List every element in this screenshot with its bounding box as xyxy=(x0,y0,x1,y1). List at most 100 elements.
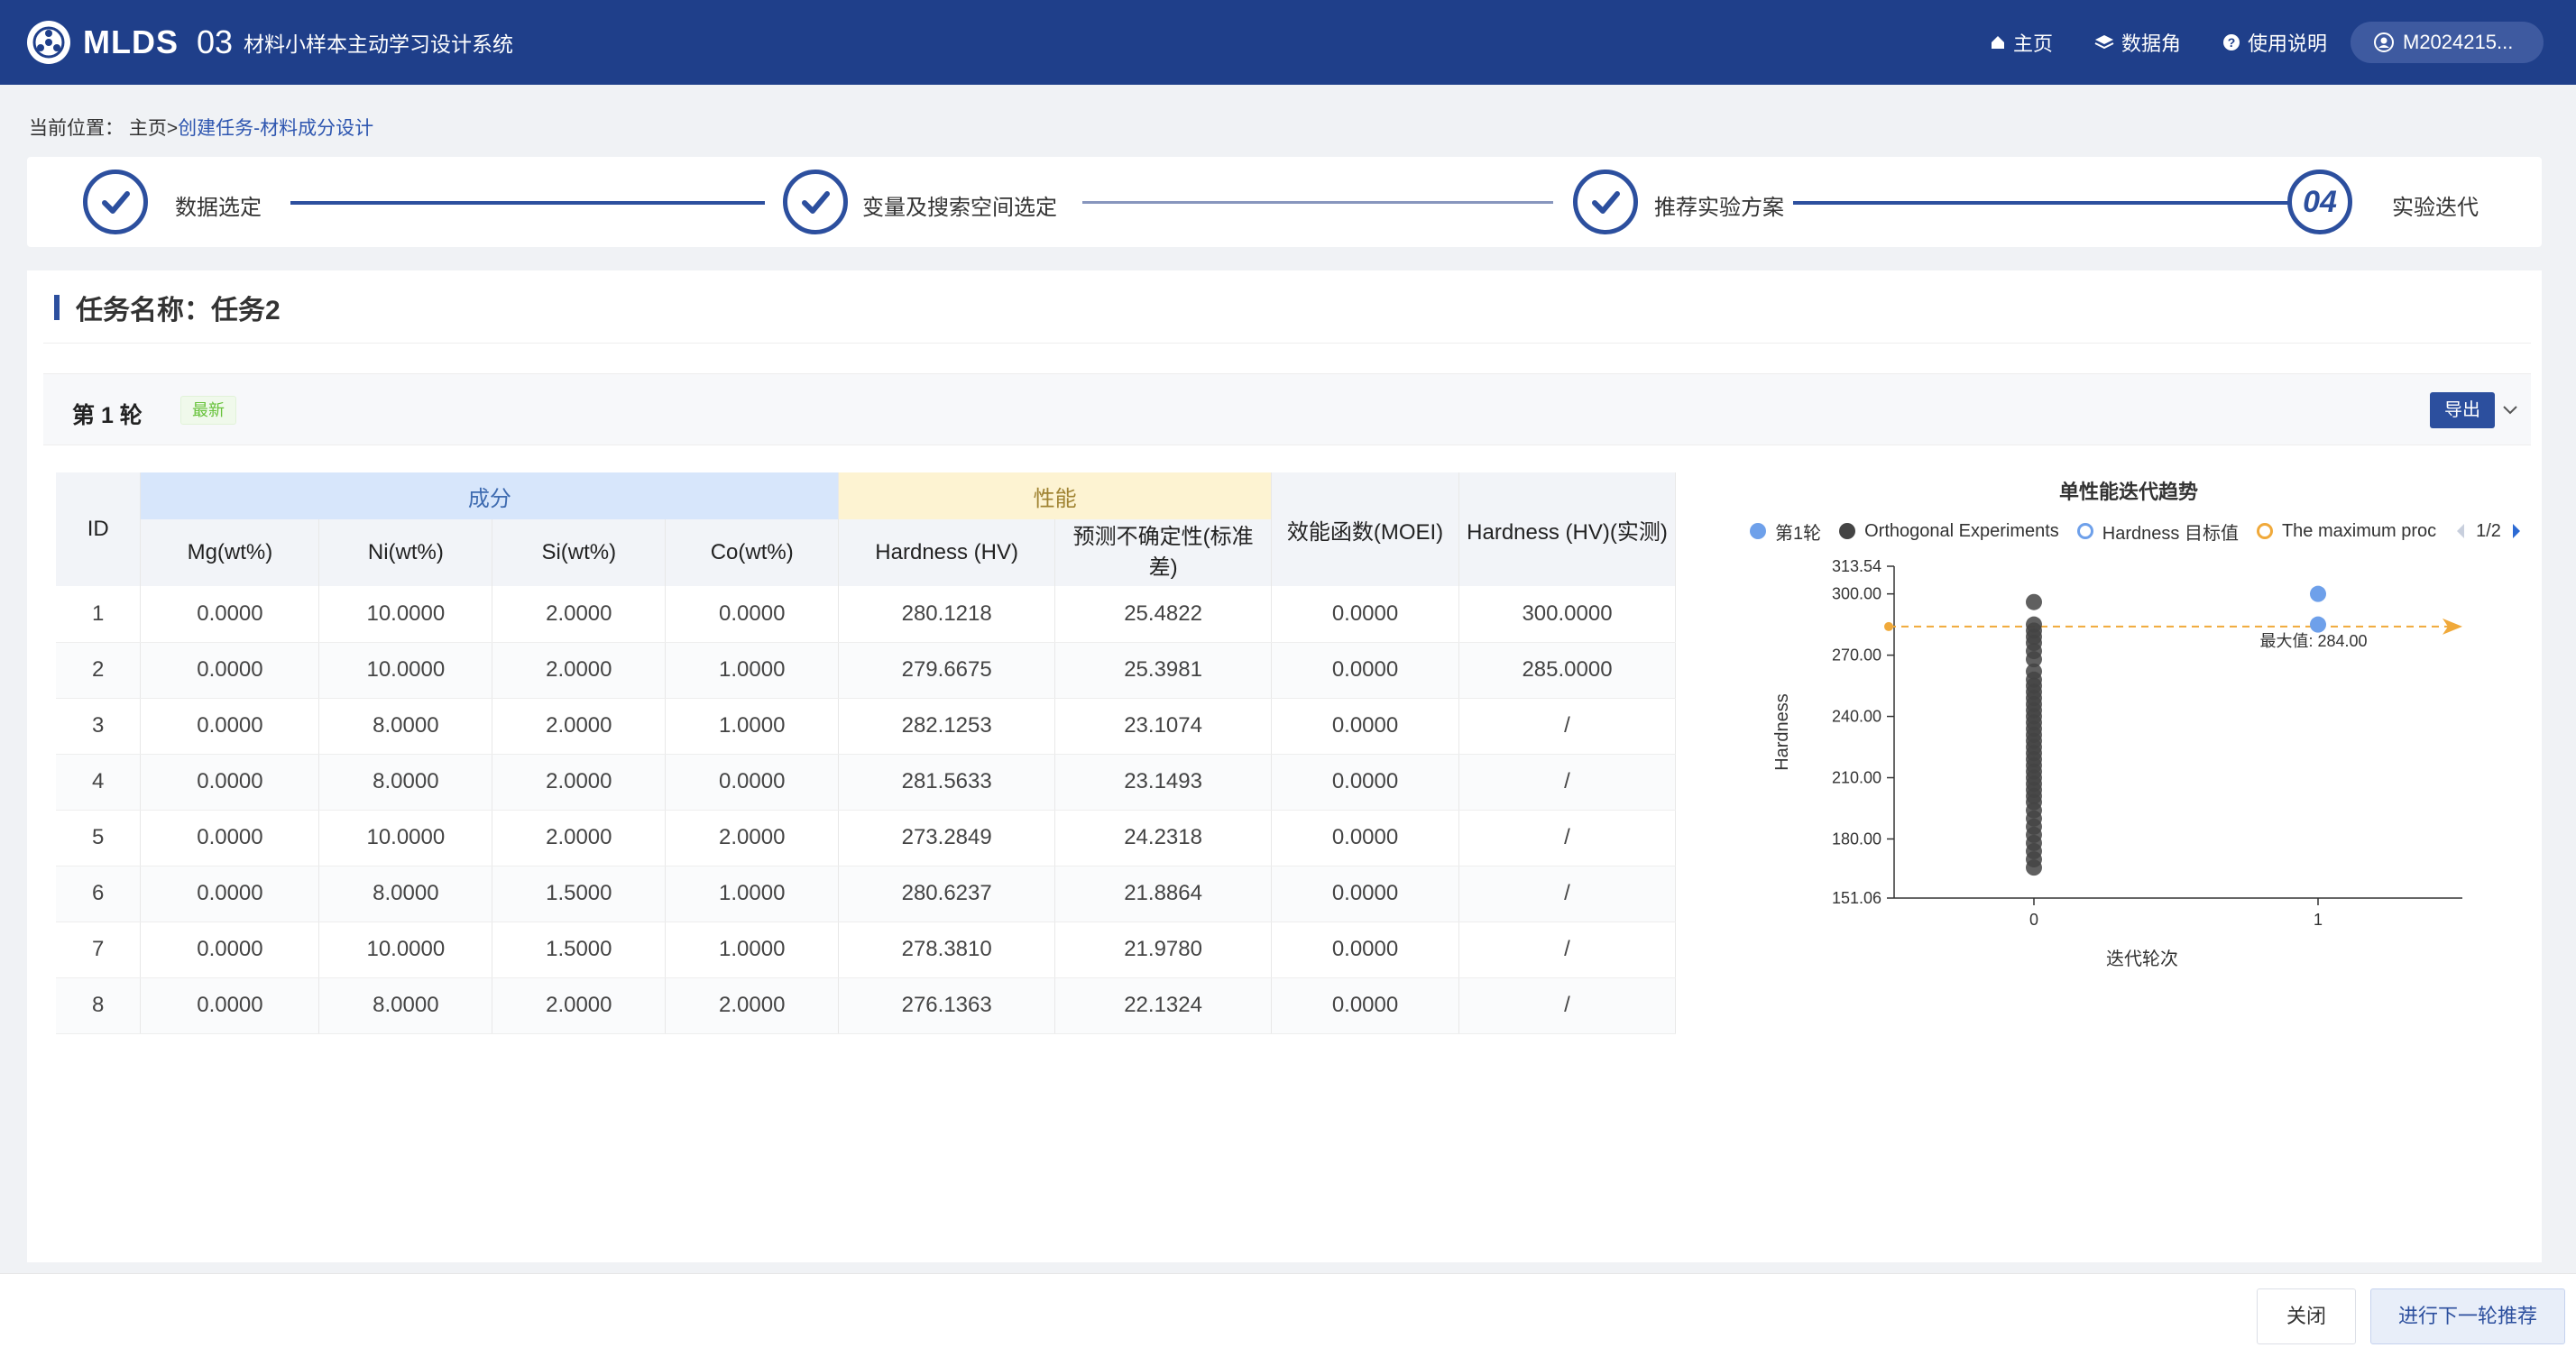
table-cell: 2.0000 xyxy=(492,977,667,1034)
nav-help-label: 使用说明 xyxy=(2247,32,2327,55)
table-cell: 0.0000 xyxy=(1271,642,1459,699)
table-cell: 2.0000 xyxy=(492,810,667,866)
table-cell: 2.0000 xyxy=(492,586,667,643)
nav-home[interactable]: 主页 xyxy=(1990,28,2053,57)
breadcrumb-home[interactable]: 主页 xyxy=(129,118,167,139)
table-cell: 25.4822 xyxy=(1054,586,1273,643)
table-cell: 10.0000 xyxy=(318,921,493,978)
logo[interactable]: MLDS 03 材料小样本主动学习设计系统 xyxy=(27,21,513,64)
table-cell: 8.0000 xyxy=(318,754,493,811)
table-row[interactable]: 6 0.0000 8.0000 1.5000 1.0000 280.6237 21.8864… xyxy=(56,866,1677,922)
y-tick-label: 210.00 xyxy=(1832,769,1881,787)
round-header[interactable]: 第 1 轮 最新 导出 xyxy=(43,373,2531,445)
legend-round1-swatch xyxy=(1750,523,1766,539)
table-row[interactable]: 3 0.0000 8.0000 2.0000 1.0000 282.1253 23.1074… xyxy=(56,698,1677,755)
table-row[interactable]: 4 0.0000 8.0000 2.0000 0.0000 281.5633 23.1493… xyxy=(56,754,1677,811)
step-4-label: 实验迭代 xyxy=(2392,196,2479,220)
step-progress: 数据选定 变量及搜索空间选定 推荐实验方案 04 实验迭代 xyxy=(27,157,2542,247)
y-axis-label: Hardness xyxy=(1772,693,1792,771)
group-performance: 性能 xyxy=(838,472,1273,519)
table-cell: / xyxy=(1458,754,1677,811)
svg-text:?: ? xyxy=(2228,35,2236,50)
data-point xyxy=(2026,859,2042,876)
help-icon: ? xyxy=(2222,34,2240,50)
top-header: MLDS 03 材料小样本主动学习设计系统 主页 数据角 ? 使用说明 M202… xyxy=(0,0,2576,85)
breadcrumb-prefix: 当前位置： xyxy=(29,118,124,139)
legend-round1[interactable]: 第1轮 xyxy=(1750,518,1821,545)
table-cell: 2.0000 xyxy=(492,698,667,755)
table-cell: 0.0000 xyxy=(1271,921,1459,978)
legend-hardness-target[interactable]: Hardness 目标值 xyxy=(2076,518,2239,545)
table-row[interactable]: 1 0.0000 10.0000 2.0000 0.0000 280.1218 25.482… xyxy=(56,586,1677,643)
nav-data-corner[interactable]: 数据角 xyxy=(2094,28,2181,57)
table-cell: 273.2849 xyxy=(838,810,1056,866)
y-tick-label: 270.00 xyxy=(1832,646,1881,665)
main-panel: 任务名称：任务2 第 1 轮 最新 导出 ID 成分 性能 效能函数(MOEI)… xyxy=(27,270,2542,1262)
table-row[interactable]: 2 0.0000 10.0000 2.0000 1.0000 279.6675 25.398… xyxy=(56,642,1677,699)
legend-orthogonal[interactable]: Orthogonal Experiments xyxy=(1839,521,2059,542)
breadcrumb-separator: > xyxy=(166,118,179,139)
top-nav: 主页 数据角 ? 使用说明 M2024215... xyxy=(1948,0,2544,85)
table-row[interactable]: 8 0.0000 8.0000 2.0000 2.0000 276.1363 22.1324… xyxy=(56,977,1677,1034)
table-cell: 0.0000 xyxy=(140,866,320,922)
x-axis-label: 迭代轮次 xyxy=(2106,949,2178,969)
title-accent-bar xyxy=(54,295,60,320)
table-cell: 276.1363 xyxy=(838,977,1056,1034)
table-cell: 1.0000 xyxy=(665,866,840,922)
table-cell: 2.0000 xyxy=(665,810,840,866)
table-cell: 285.0000 xyxy=(1458,642,1677,699)
table-cell: 10.0000 xyxy=(318,586,493,643)
user-icon xyxy=(2374,32,2394,52)
table-cell: 2.0000 xyxy=(492,642,667,699)
col-mg: Mg(wt%) xyxy=(140,519,320,586)
next-round-button[interactable]: 进行下一轮推荐 xyxy=(2370,1288,2565,1344)
legend-hardness-swatch xyxy=(2076,523,2093,539)
table-cell: 0.0000 xyxy=(140,810,320,866)
col-si: Si(wt%) xyxy=(492,519,667,586)
legend-prev-page[interactable] xyxy=(2454,522,2467,540)
chevron-down-icon[interactable] xyxy=(2500,399,2520,419)
legend-next-page[interactable] xyxy=(2510,522,2523,540)
table-row[interactable]: 7 0.0000 10.0000 1.5000 1.0000 278.3810 21.978… xyxy=(56,921,1677,978)
table-cell: 0.0000 xyxy=(1271,754,1459,811)
table-cell: / xyxy=(1458,698,1677,755)
footer-bar: 关闭 进行下一轮推荐 xyxy=(0,1273,2576,1357)
table-cell: 21.8864 xyxy=(1054,866,1273,922)
x-tick-label: 0 xyxy=(2029,911,2038,929)
table-cell: 23.1074 xyxy=(1054,698,1273,755)
nav-help[interactable]: ? 使用说明 xyxy=(2222,28,2327,57)
task-title: 任务名称：任务2 xyxy=(54,289,281,326)
y-tick-label: 240.00 xyxy=(1832,708,1881,726)
table-cell: / xyxy=(1458,977,1677,1034)
table-cell: 1.0000 xyxy=(665,921,840,978)
table-cell: 6 xyxy=(56,866,142,922)
export-button[interactable]: 导出 xyxy=(2430,392,2495,428)
step-connector-2 xyxy=(1082,201,1553,204)
table-cell: 22.1324 xyxy=(1054,977,1273,1034)
legend-maximum[interactable]: The maximum proc xyxy=(2256,521,2436,542)
step-2-label: 变量及搜索空间选定 xyxy=(862,196,1057,220)
table-cell: 0.0000 xyxy=(140,977,320,1034)
chart-legend: 第1轮 Orthogonal Experiments Hardness 目标值 … xyxy=(1750,518,2525,545)
table-cell: 1 xyxy=(56,586,142,643)
table-cell: 281.5633 xyxy=(838,754,1056,811)
table-cell: / xyxy=(1458,866,1677,922)
table-cell: 0.0000 xyxy=(140,698,320,755)
task-name: 任务名称：任务2 xyxy=(76,296,281,325)
logo-icon xyxy=(27,21,70,64)
legend-hardness-label: Hardness 目标值 xyxy=(2102,523,2239,544)
latest-badge: 最新 xyxy=(180,396,236,425)
table-cell: 280.6237 xyxy=(838,866,1056,922)
divider xyxy=(43,343,2531,344)
table-cell: 0.0000 xyxy=(140,642,320,699)
step-connector-3 xyxy=(1793,201,2293,205)
table-cell: 10.0000 xyxy=(318,642,493,699)
user-menu[interactable]: M2024215... xyxy=(2351,22,2544,63)
x-tick-label: 1 xyxy=(2314,911,2323,929)
col-hardness: Hardness (HV) xyxy=(838,519,1056,586)
chart-plot: 313.54 300.00 270.00 240.00 210.00 180.00 151.… xyxy=(1772,557,2462,969)
breadcrumb-current[interactable]: 创建任务-材料成分设计 xyxy=(178,118,373,139)
table-row[interactable]: 5 0.0000 10.0000 2.0000 2.0000 273.2849 24.231… xyxy=(56,810,1677,866)
close-button[interactable]: 关闭 xyxy=(2257,1288,2356,1344)
col-hardness-measured: Hardness (HV)(实测) xyxy=(1458,472,1677,586)
